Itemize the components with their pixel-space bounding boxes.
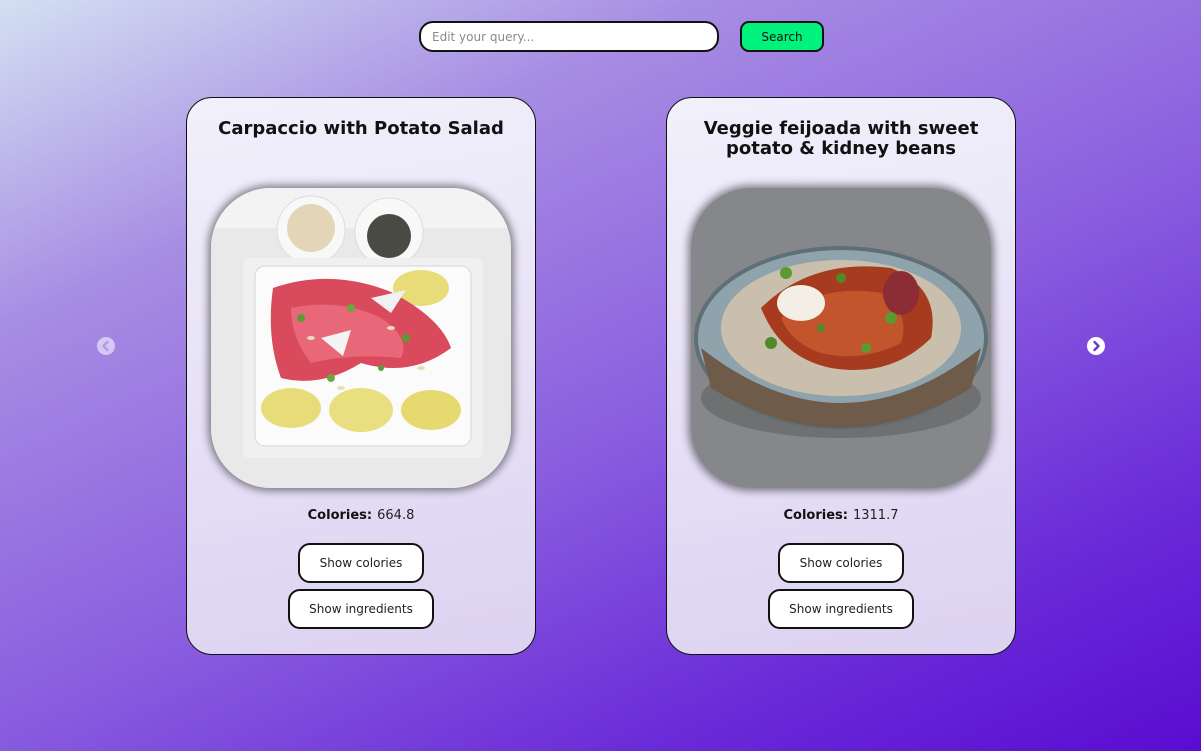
carpaccio-plate-photo [211,188,511,488]
calories-label: Colories: [783,508,848,523]
recipe-image [691,188,991,488]
recipe-card: Veggie feijoada with sweet potato & kidn… [666,97,1016,655]
recipe-card: Carpaccio with Potato Salad Colories: 66… [186,97,536,655]
recipe-title: Veggie feijoada with sweet potato & kidn… [703,118,979,159]
show-calories-button[interactable]: Show colories [298,543,424,583]
carousel-next-button[interactable] [1087,337,1105,355]
calories-value: 1311.7 [852,508,899,523]
carousel-prev-button[interactable] [97,337,115,355]
show-ingredients-button[interactable]: Show ingredients [288,589,434,629]
show-ingredients-button[interactable]: Show ingredients [768,589,914,629]
recipe-title: Carpaccio with Potato Salad [218,118,504,139]
recipe-image [211,188,511,488]
search-bar: Search [419,21,824,52]
chevron-right-icon [1093,340,1100,352]
chevron-left-icon [102,340,109,352]
calories-label: Colories: [307,508,373,523]
calories-value: 664.8 [377,508,415,523]
search-input[interactable] [419,21,719,52]
calories-info: Colories: 1311.7 [667,508,1015,523]
search-button[interactable]: Search [740,21,824,52]
feijoada-bowl-photo [691,188,991,488]
calories-info: Colories: 664.8 [187,508,535,523]
show-calories-button[interactable]: Show colories [778,543,904,583]
